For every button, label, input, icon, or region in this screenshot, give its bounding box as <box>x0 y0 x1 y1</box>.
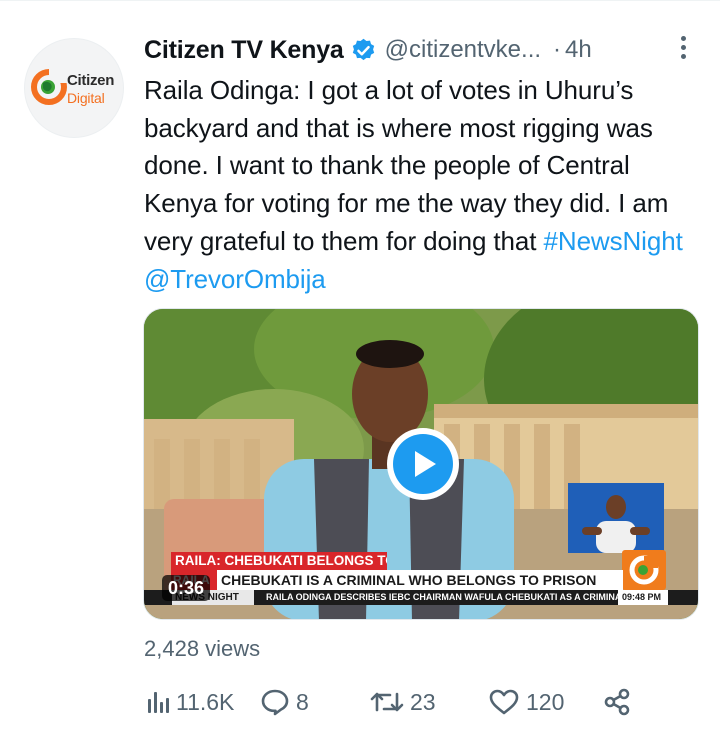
video-duration: 0:36 <box>162 575 211 601</box>
analytics-count: 11.6K <box>176 688 235 715</box>
handle[interactable]: @citizentvke... <box>385 36 541 64</box>
heart-icon <box>488 688 520 716</box>
play-icon <box>393 434 453 494</box>
broadcast-clock: 09:48 PM <box>618 590 668 605</box>
retweet-button[interactable]: 23 <box>370 684 436 720</box>
share-button[interactable] <box>602 684 632 720</box>
headline-white-banner: RAILA CHEBUKATI IS A CRIMINAL WHO BELONG… <box>171 570 623 590</box>
action-bar: 11.6K 8 23 120 <box>144 684 664 720</box>
top-divider <box>0 0 720 1</box>
logo-line2: Digital <box>67 90 105 106</box>
citizen-channel-logo-icon <box>622 550 666 590</box>
video-player[interactable]: RAILA: CHEBUKATI BELONGS TO JAIL RAILA C… <box>143 308 699 620</box>
ticker-text: RAILA ODINGA DESCRIBES IEBC CHAIRMAN WAF… <box>266 592 627 602</box>
headline-red-banner: RAILA: CHEBUKATI BELONGS TO JAIL <box>171 552 387 570</box>
sign-language-inset <box>568 483 664 553</box>
share-icon <box>602 687 632 717</box>
ticker-bar: NEWS NIGHT RAILA ODINGA DESCRIBES IEBC C… <box>144 590 698 605</box>
separator-dot: · <box>553 36 562 63</box>
avatar[interactable]: Citizen Digital <box>24 38 124 138</box>
retweet-count: 23 <box>410 688 436 715</box>
timestamp[interactable]: 4h <box>565 36 592 64</box>
reply-count: 8 <box>296 688 309 715</box>
play-button[interactable] <box>387 428 459 500</box>
display-name[interactable]: Citizen TV Kenya <box>144 36 344 65</box>
views-count[interactable]: 2,428 views <box>144 636 260 662</box>
headline-white-text: CHEBUKATI IS A CRIMINAL WHO BELONGS TO P… <box>221 572 597 588</box>
like-button[interactable]: 120 <box>488 684 564 720</box>
tweet-text: Raila Odinga: I got a lot of votes in Uh… <box>144 72 704 298</box>
hashtag-link[interactable]: #NewsNight <box>544 226 683 256</box>
logo-line1: Citizen <box>67 72 115 89</box>
analytics-button[interactable]: 11.6K <box>146 684 234 720</box>
verified-badge-icon <box>350 37 377 64</box>
tweet-header: Citizen TV Kenya @citizentvke... · 4h <box>144 30 704 70</box>
reply-bubble-icon <box>260 688 290 716</box>
mention-link[interactable]: @TrevorOmbija <box>144 264 326 294</box>
like-count: 120 <box>526 688 565 715</box>
more-dots-icon[interactable] <box>677 36 689 64</box>
analytics-bars-icon <box>146 689 170 715</box>
reply-button[interactable]: 8 <box>260 684 309 720</box>
retweet-arrows-icon <box>370 688 404 716</box>
